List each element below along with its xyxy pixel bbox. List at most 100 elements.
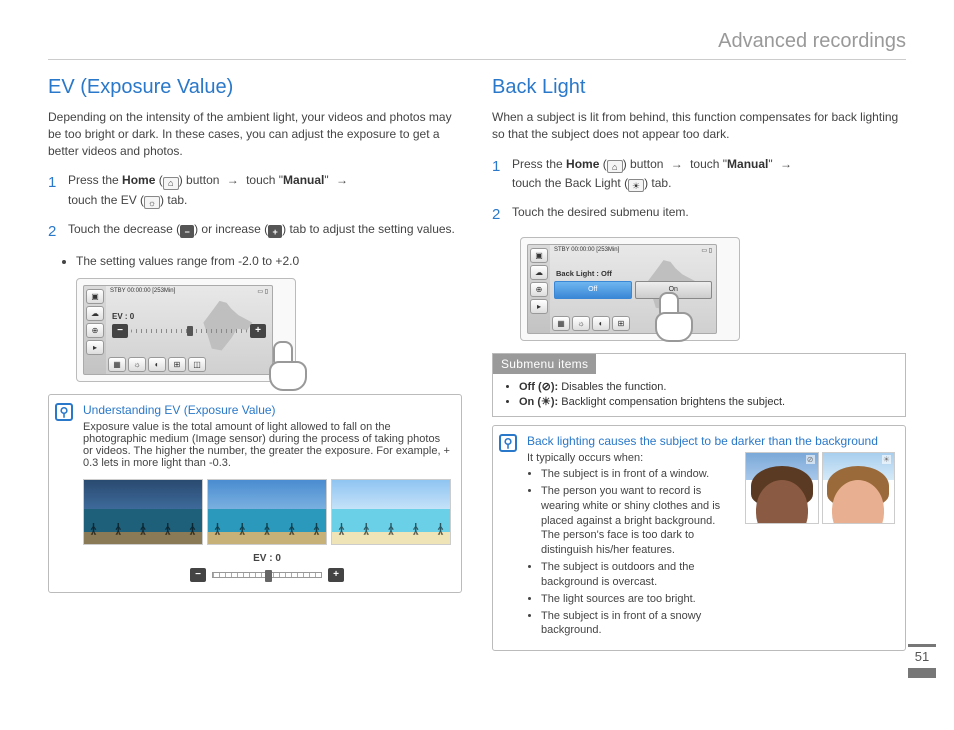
tab-icon: ◐	[592, 316, 610, 331]
tab-icon: ◐	[148, 357, 166, 372]
list-item: The person you want to record is wearing…	[541, 484, 735, 558]
list-item: The subject is outdoors and the backgrou…	[541, 560, 735, 590]
t: touch the Back Light (	[512, 176, 628, 190]
wb-icon: ☁	[530, 265, 548, 280]
lcd-main: STBY 00:00:00 [253Min] ▭ ▯ EV : 0 − + ▦ ☼	[106, 286, 272, 374]
bl-off-button[interactable]: Off	[554, 281, 632, 299]
home-icon: ⌂	[607, 160, 623, 173]
ev-step-1: 1 Press the Home (⌂) button → touch "Man…	[48, 171, 462, 209]
list-item: The subject is in front of a window.	[541, 467, 735, 482]
info-lead: It typically occurs when:	[527, 452, 735, 464]
step-body: Touch the decrease (−) or increase (+) t…	[68, 220, 462, 244]
t: button	[627, 157, 667, 171]
list-item: The light sources are too bright.	[541, 592, 735, 607]
tag-off-icon: ⊘	[806, 455, 815, 464]
step-body: Press the Home (⌂) button → touch "Manua…	[68, 171, 462, 209]
slider-track[interactable]	[212, 572, 322, 578]
arrow-icon: →	[227, 173, 239, 187]
ev-slider: − +	[112, 324, 266, 338]
portrait-light: ☀	[822, 452, 896, 524]
increase-button[interactable]: +	[328, 568, 344, 582]
t: ) tab.	[160, 193, 187, 207]
decrease-button[interactable]: −	[190, 568, 206, 582]
columns: EV (Exposure Value) Depending on the int…	[48, 76, 906, 651]
tab-icon: ▦	[552, 316, 570, 331]
slider-thumb[interactable]	[265, 570, 272, 582]
ev-readout: EV : 0	[112, 312, 134, 321]
play-icon: ▸	[86, 340, 104, 355]
t: touch "	[690, 157, 727, 171]
bl-step-1: 1 Press the Home (⌂) button → touch "Man…	[492, 155, 906, 193]
t: Off (	[519, 381, 542, 393]
tab-icon: ▦	[108, 357, 126, 372]
backlight-title: Back Light	[492, 76, 906, 99]
t: button	[183, 173, 223, 187]
stby-label: STBY 00:00:00 [253Min]	[110, 288, 175, 295]
info-content: It typically occurs when: The subject is…	[527, 452, 895, 640]
slider-track[interactable]	[131, 329, 247, 333]
t: On (	[519, 396, 541, 408]
lcd-sidebar: ▣ ☁ ⊕ ▸	[528, 245, 550, 333]
tab-icon: ☼	[128, 357, 146, 372]
magnifier-icon: ⚲	[499, 434, 517, 452]
divider	[48, 59, 906, 60]
bl-step-2: 2 Touch the desired submenu item.	[492, 203, 906, 227]
tab-icon: ◫	[188, 357, 206, 372]
page-number: 51	[908, 644, 936, 678]
battery-icon: ▭ ▯	[257, 288, 268, 295]
t: "	[768, 157, 776, 171]
step-number: 2	[48, 220, 68, 244]
submenu-item-on: On (☀): Backlight compensation brightens…	[519, 395, 893, 408]
ev-intro: Depending on the intensity of the ambien…	[48, 109, 462, 159]
ev-title: EV (Exposure Value)	[48, 76, 462, 99]
bl-info-box: ⚲ Back lighting causes the subject to be…	[492, 425, 906, 651]
mode-icon: ▣	[530, 248, 548, 263]
tab-icon: ☼	[572, 316, 590, 331]
ev-examples	[83, 479, 451, 545]
lcd-statusbar: STBY 00:00:00 [253Min] ▭ ▯	[106, 286, 272, 297]
t: Touch the decrease (	[68, 222, 180, 236]
lcd-bottombar: ▦ ☼ ◐ ⊞ ◫	[108, 357, 270, 372]
mode-icon: ▣	[86, 289, 104, 304]
t: touch the EV (	[68, 193, 144, 207]
ev-slider-example: EV : 0 − +	[83, 553, 451, 582]
submenu-box: Submenu items Off (⊘): Disables the func…	[492, 353, 906, 417]
t: Backlight compensation brightens the sub…	[561, 396, 785, 408]
info-title: Back lighting causes the subject to be d…	[527, 434, 895, 448]
info-body: Exposure value is the total amount of li…	[83, 421, 451, 469]
arrow-icon: →	[671, 157, 683, 171]
t: ) tab to adjust the setting values.	[282, 222, 455, 236]
lcd: ▣ ☁ ⊕ ▸ STBY 00:00:00 [253Min] ▭ ▯ EV : 0…	[83, 285, 273, 375]
t: Press the	[512, 157, 566, 171]
home-icon: ⌂	[163, 177, 179, 190]
play-icon: ▸	[530, 299, 548, 314]
t: ) tab.	[644, 176, 671, 190]
t: ) or increase (	[194, 222, 268, 236]
submenu-heading: Submenu items	[493, 354, 596, 374]
ev-screenshot: ▣ ☁ ⊕ ▸ STBY 00:00:00 [253Min] ▭ ▯ EV : 0…	[76, 278, 296, 382]
bl-readout: Back Light : Off	[556, 269, 612, 278]
slider-thumb[interactable]	[187, 326, 193, 336]
chapter-title: Advanced recordings	[48, 30, 906, 53]
off-label: Off	[588, 286, 597, 293]
t: Press the	[68, 173, 122, 187]
ev-icon: ☼	[144, 196, 160, 209]
example-dark	[83, 479, 203, 545]
stby-label: STBY 00:00:00 [253Min]	[554, 247, 619, 254]
right-column: Back Light When a subject is lit from be…	[492, 76, 906, 651]
home-label: Home	[566, 157, 599, 171]
backlight-intro: When a subject is lit from behind, this …	[492, 109, 906, 143]
zoom-icon: ⊕	[530, 282, 548, 297]
t: "	[324, 173, 332, 187]
minus-icon: −	[180, 225, 194, 238]
decrease-button[interactable]: −	[112, 324, 128, 338]
info-title: Understanding EV (Exposure Value)	[83, 403, 451, 417]
zoom-icon: ⊕	[86, 323, 104, 338]
manual-label: Manual	[283, 173, 324, 187]
increase-button[interactable]: +	[250, 324, 266, 338]
backlight-icon: ☀	[628, 179, 644, 192]
step-number: 1	[492, 155, 512, 193]
hand-pointer-icon	[265, 339, 315, 393]
lcd-sidebar: ▣ ☁ ⊕ ▸	[84, 286, 106, 374]
info-list: The subject is in front of a window. The…	[541, 467, 735, 638]
